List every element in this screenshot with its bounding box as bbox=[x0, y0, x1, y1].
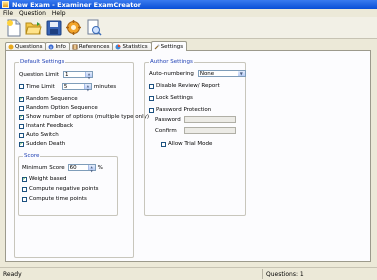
chevron-down-icon[interactable]: ▼ bbox=[237, 71, 245, 76]
time-limit-spinner[interactable]: 5 ▲ ▼ bbox=[61, 83, 92, 92]
spin-down-icon[interactable]: ▼ bbox=[89, 169, 95, 173]
auto-numbering-label: Auto-numbering bbox=[149, 70, 194, 77]
time-limit-label: Time Limit bbox=[26, 83, 55, 90]
minimum-score-row: Minimum Score 60 ▲ ▼ % bbox=[22, 164, 103, 173]
option-random-option-sequence[interactable]: Random Option Sequence bbox=[19, 105, 98, 111]
menu-help[interactable]: Help bbox=[52, 10, 66, 17]
instant-feedback-checkbox[interactable] bbox=[19, 123, 24, 129]
disable-review-report-checkbox[interactable] bbox=[149, 83, 154, 89]
option-allow-trial-mode[interactable]: Allow Trial Mode bbox=[161, 141, 212, 147]
auto-numbering-select[interactable]: None ▼ bbox=[197, 70, 246, 77]
compute-negative-points-checkbox[interactable] bbox=[22, 186, 27, 192]
sudden-death-label: Sudden Death bbox=[26, 141, 66, 147]
settings-icon bbox=[154, 44, 160, 50]
time-limit-value: 5 bbox=[63, 84, 68, 90]
random-option-sequence-checkbox[interactable] bbox=[19, 105, 24, 111]
tab-settings[interactable]: Settings bbox=[150, 41, 188, 51]
question-limit-label: Question Limit bbox=[19, 71, 59, 78]
lock-settings-label: Lock Settings bbox=[156, 95, 193, 101]
compute-time-points-checkbox[interactable] bbox=[22, 196, 27, 202]
preview-icon[interactable] bbox=[84, 18, 103, 37]
menu-question[interactable]: Question bbox=[19, 10, 46, 17]
status-bar: Ready Questions: 1 bbox=[0, 267, 377, 280]
option-sudden-death[interactable]: ✓ Sudden Death bbox=[19, 141, 65, 147]
random-sequence-checkbox[interactable]: ✓ bbox=[19, 96, 24, 102]
question-limit-row: Question Limit 1 ▲ ▼ bbox=[19, 71, 93, 80]
status-ready: Ready bbox=[3, 271, 22, 278]
minimum-score-value: 60 bbox=[69, 165, 77, 171]
lock-settings-checkbox[interactable] bbox=[149, 95, 154, 101]
new-document-icon[interactable] bbox=[4, 18, 23, 37]
auto-numbering-value: None bbox=[199, 71, 215, 77]
default-settings-group: Default Settings Question Limit 1 ▲ ▼ Tim… bbox=[14, 59, 149, 258]
status-question-count: Questions: 1 bbox=[266, 271, 304, 278]
option-random-sequence[interactable]: ✓ Random Sequence bbox=[19, 96, 78, 102]
save-disk-icon[interactable] bbox=[44, 18, 63, 37]
menu-file[interactable]: File bbox=[3, 10, 13, 17]
confirm-field[interactable] bbox=[184, 127, 236, 134]
question-limit-spinner[interactable]: 1 ▲ ▼ bbox=[62, 71, 93, 80]
password-protection-label: Password Protection bbox=[156, 107, 212, 113]
password-row: Password bbox=[155, 116, 236, 123]
minimum-score-label: Minimum Score bbox=[22, 164, 65, 171]
show-number-of-options-checkbox[interactable]: ✓ bbox=[19, 114, 24, 120]
spin-down-icon[interactable]: ▼ bbox=[85, 88, 91, 92]
auto-switch-checkbox[interactable] bbox=[19, 132, 24, 138]
auto-numbering-row: Auto-numbering None ▼ bbox=[149, 70, 246, 77]
random-option-sequence-label: Random Option Sequence bbox=[26, 105, 98, 111]
author-settings-group: Author Settings Auto-numbering None ▼ Di… bbox=[144, 59, 246, 216]
disable-review-report-label: Disable Review/ Report bbox=[156, 83, 220, 89]
option-show-number-of-options[interactable]: ✓ Show number of options (multiple type … bbox=[19, 114, 149, 120]
status-divider bbox=[262, 269, 263, 279]
menu-bar: File Question Help bbox=[0, 9, 377, 17]
option-weight-based[interactable]: ✓ Weight based bbox=[22, 176, 67, 182]
option-compute-time-points[interactable]: Compute time points bbox=[22, 196, 87, 202]
settings-gear-icon[interactable] bbox=[64, 18, 83, 37]
open-folder-icon[interactable] bbox=[24, 18, 43, 37]
option-instant-feedback[interactable]: Instant Feedback bbox=[19, 123, 73, 129]
question-limit-value: 1 bbox=[64, 72, 69, 78]
time-limit-checkbox[interactable] bbox=[19, 84, 24, 89]
toolbar bbox=[0, 17, 377, 39]
spin-down-icon[interactable]: ▼ bbox=[86, 76, 92, 80]
option-disable-review-report[interactable]: Disable Review/ Report bbox=[149, 83, 220, 89]
weight-based-label: Weight based bbox=[29, 176, 67, 182]
auto-switch-label: Auto Switch bbox=[26, 132, 59, 138]
score-group: Score Minimum Score 60 ▲ ▼ % ✓ Weight bas… bbox=[18, 153, 118, 216]
allow-trial-mode-label: Allow Trial Mode bbox=[168, 141, 213, 147]
sudden-death-checkbox[interactable]: ✓ bbox=[19, 141, 24, 147]
weight-based-checkbox[interactable]: ✓ bbox=[22, 176, 27, 182]
compute-negative-points-label: Compute negative points bbox=[29, 186, 99, 192]
password-field[interactable] bbox=[184, 116, 236, 123]
show-number-of-options-label: Show number of options (multiple type on… bbox=[26, 114, 150, 120]
window-title: New Exam - Examiner ExamCreator bbox=[12, 0, 141, 9]
tab-settings-label: Settings bbox=[160, 43, 184, 50]
minimum-score-unit: % bbox=[97, 164, 103, 171]
settings-panel: Default Settings Question Limit 1 ▲ ▼ Tim… bbox=[5, 50, 371, 262]
password-label: Password bbox=[155, 116, 181, 123]
compute-time-points-label: Compute time points bbox=[29, 196, 87, 202]
author-settings-title: Author Settings bbox=[149, 59, 194, 66]
time-limit-unit: minutes bbox=[93, 83, 117, 90]
option-lock-settings[interactable]: Lock Settings bbox=[149, 95, 193, 101]
score-title: Score bbox=[23, 153, 41, 160]
title-bar: New Exam - Examiner ExamCreator bbox=[0, 0, 377, 9]
default-settings-title: Default Settings bbox=[19, 59, 66, 66]
confirm-label: Confirm bbox=[155, 127, 177, 134]
option-compute-negative-points[interactable]: Compute negative points bbox=[22, 186, 99, 192]
allow-trial-mode-checkbox[interactable] bbox=[161, 141, 166, 147]
option-password-protection[interactable]: Password Protection bbox=[149, 107, 211, 113]
option-auto-switch[interactable]: Auto Switch bbox=[19, 132, 59, 138]
random-sequence-label: Random Sequence bbox=[26, 96, 78, 102]
password-protection-checkbox[interactable] bbox=[149, 107, 154, 113]
confirm-row: Confirm bbox=[155, 127, 236, 134]
time-limit-row: Time Limit 5 ▲ ▼ minutes bbox=[19, 83, 117, 92]
instant-feedback-label: Instant Feedback bbox=[26, 123, 74, 129]
app-icon bbox=[2, 1, 9, 8]
minimum-score-spinner[interactable]: 60 ▲ ▼ bbox=[67, 164, 96, 173]
